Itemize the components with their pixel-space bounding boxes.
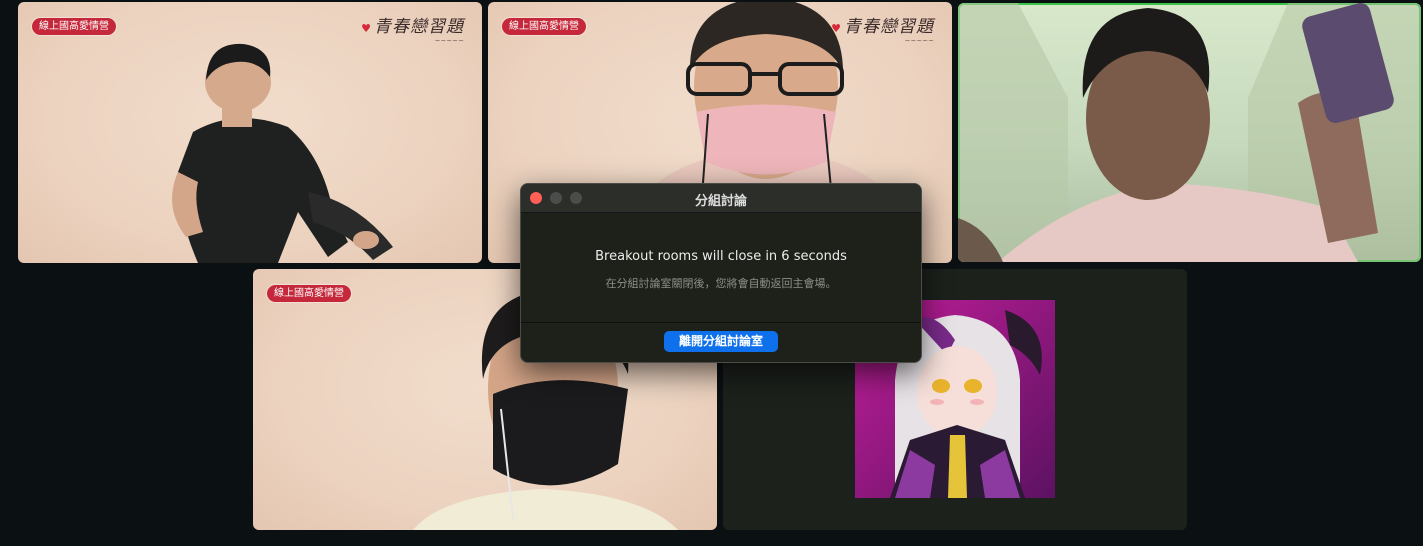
dialog-divider	[521, 322, 921, 323]
event-tag: 線上國高愛情營	[502, 18, 586, 35]
event-tag: 線上國高愛情營	[267, 285, 351, 302]
participant-video	[172, 43, 393, 263]
breakout-rooms-dialog: 分組討論 Breakout rooms will close in 6 seco…	[520, 183, 922, 363]
video-tile-participant-3-active-speaker[interactable]	[958, 3, 1421, 262]
dialog-title: 分組討論	[694, 194, 747, 209]
participant-video	[958, 3, 1421, 262]
event-tag: 線上國高愛情營	[32, 18, 116, 35]
dialog-titlebar: 分組討論	[521, 184, 921, 213]
video-tile-participant-1[interactable]: 線上國高愛情營 ♥ 青春戀習題 ~~~~~	[18, 2, 482, 263]
leave-breakout-room-button[interactable]: 離開分組討論室	[664, 331, 778, 352]
dialog-submessage: 在分組討論室關閉後，您將會自動返回主會場。	[605, 277, 837, 290]
dialog-message: Breakout rooms will close in 6 seconds	[595, 249, 847, 264]
